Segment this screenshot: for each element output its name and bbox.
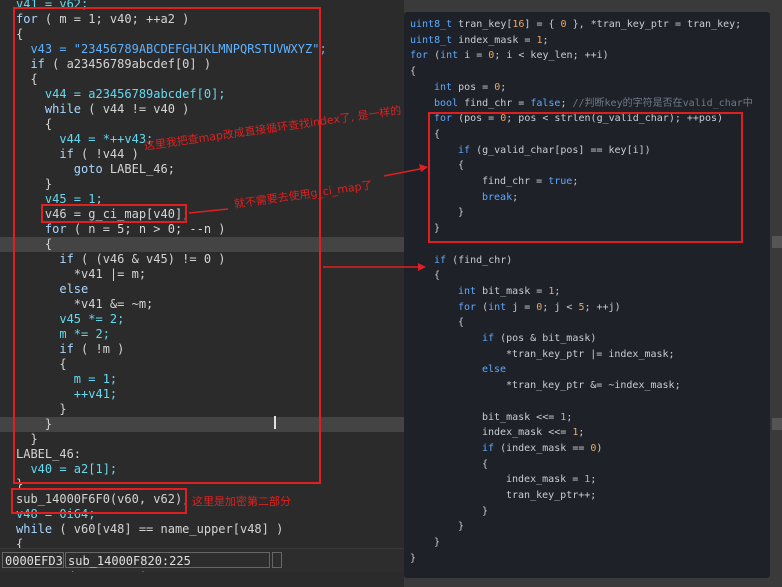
annotation-encrypt-part2: 这里是加密第二部分 <box>192 495 291 508</box>
arrow-line <box>383 167 426 177</box>
arrow-head <box>418 263 426 271</box>
arrow-head <box>419 164 428 172</box>
text-cursor <box>274 416 276 429</box>
arrow-line <box>188 208 229 214</box>
annotation-arrows <box>188 164 428 271</box>
